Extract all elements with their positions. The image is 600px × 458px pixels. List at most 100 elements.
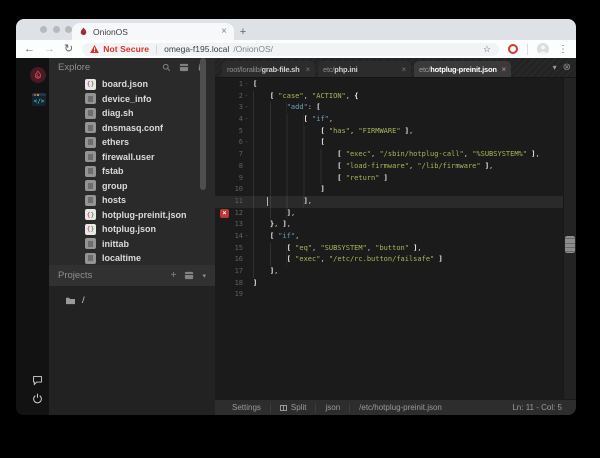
folder-icon: [65, 296, 76, 305]
close-window-button[interactable]: [40, 26, 47, 33]
file-name: device_info: [102, 93, 152, 104]
code-line[interactable]: 7 [ "exec", "/sbin/hotplug-call", "%SUBS…: [215, 149, 576, 161]
code-line[interactable]: 2- [ "case", "ACTION", {: [215, 90, 576, 103]
file-item[interactable]: ethers: [49, 135, 215, 150]
tab-close-icon[interactable]: ×: [221, 26, 227, 37]
code-line[interactable]: 8 [ "load-firmware", "/lib/firmware" ],: [215, 160, 576, 173]
line-number: 18: [234, 278, 243, 287]
code-area[interactable]: 1-[2- [ "case", "ACTION", {3- "add": [4-…: [215, 78, 576, 399]
file-name: fstab: [102, 166, 124, 177]
close-all-icon[interactable]: ⊗: [563, 62, 571, 73]
tab-path: etc/: [323, 64, 335, 74]
code-line[interactable]: 9 [ "return" ]: [215, 172, 576, 185]
package-icon[interactable]: [184, 271, 194, 280]
file-item[interactable]: group: [49, 179, 215, 194]
new-tab-button[interactable]: +: [234, 23, 252, 40]
file-item[interactable]: firewall.user: [49, 150, 215, 165]
minimize-window-button[interactable]: [52, 26, 60, 33]
fold-marker[interactable]: -: [243, 102, 250, 114]
code-line[interactable]: 10 ]: [215, 184, 576, 196]
cursor-position[interactable]: Ln: 11 - Col: 5: [512, 403, 568, 412]
code-line[interactable]: 6- [: [215, 137, 576, 150]
code-line[interactable]: 15 [ "eq", "SUBSYSTEM", "button" ],: [215, 242, 576, 255]
editor-tab[interactable]: etc/php.ini ×: [318, 61, 411, 77]
code-line[interactable]: 19: [215, 289, 576, 301]
file-item[interactable]: board.json: [49, 77, 215, 92]
fold-marker[interactable]: -: [243, 137, 250, 149]
code-line[interactable]: × 12 ],: [215, 207, 576, 220]
chevron-down-icon[interactable]: ▾: [553, 63, 557, 72]
code-token: [: [316, 103, 321, 112]
editor-scrollbar-thumb[interactable]: [565, 236, 575, 253]
code-token: ,: [328, 115, 334, 124]
code-line[interactable]: 1-[: [215, 79, 576, 91]
url-path: /OnionOS/: [233, 44, 273, 54]
tab-bar-controls: ▾ ⊗: [553, 58, 571, 77]
file-item[interactable]: hosts: [49, 193, 215, 208]
profile-icon[interactable]: [537, 43, 549, 55]
file-item[interactable]: inittab: [49, 237, 215, 252]
fold-marker[interactable]: -: [243, 231, 250, 243]
split-button[interactable]: Split: [269, 402, 316, 413]
syntax-mode-selector[interactable]: json: [315, 402, 349, 413]
tab-close-icon[interactable]: ×: [499, 65, 507, 74]
chat-bubble-icon[interactable]: [32, 375, 43, 386]
back-icon[interactable]: ←: [24, 43, 35, 55]
tab-filename: php.ini: [334, 64, 358, 74]
file-item[interactable]: fstab: [49, 164, 215, 179]
code-line[interactable]: 16 [ "exec", "/etc/rc.button/failsafe" ]: [215, 254, 576, 266]
project-item[interactable]: /: [49, 293, 215, 307]
settings-button[interactable]: Settings: [223, 403, 270, 413]
code-editor-icon[interactable]: </>: [32, 93, 46, 106]
star-icon[interactable]: ☆: [483, 44, 491, 55]
zoom-window-button[interactable]: [65, 26, 72, 33]
sidebar-scrollbar[interactable]: [200, 58, 206, 190]
browser-tab[interactable]: OnionOS ×: [72, 23, 234, 40]
tab-close-icon[interactable]: ×: [303, 65, 311, 74]
search-icon[interactable]: [162, 63, 171, 72]
gutter: 6-: [215, 137, 250, 149]
address-bar[interactable]: Not Secure omega-f195.local /OnionOS/ ☆: [82, 42, 499, 56]
file-name: hotplug.json: [102, 224, 156, 235]
plus-icon[interactable]: +: [171, 270, 177, 281]
fold-marker[interactable]: -: [243, 91, 250, 103]
menu-dots-icon[interactable]: ⋮: [558, 44, 568, 55]
reload-icon[interactable]: ↻: [64, 43, 73, 55]
security-status[interactable]: Not Secure: [103, 44, 149, 54]
code-line[interactable]: 17 ],: [215, 266, 576, 278]
file-name: firewall.user: [102, 151, 155, 162]
tab-close-icon[interactable]: ×: [399, 65, 407, 74]
chevron-down-icon[interactable]: ▾: [202, 272, 206, 280]
code-line[interactable]: 3- "add": [: [215, 102, 576, 115]
code-token: [253, 114, 304, 126]
fold-marker[interactable]: -: [243, 114, 250, 126]
file-item[interactable]: hotplug-preinit.json: [49, 208, 215, 223]
editor-tab[interactable]: root/loralib/grab-file.sh ×: [222, 61, 315, 77]
file-item[interactable]: device_info: [49, 92, 215, 107]
power-icon[interactable]: [32, 393, 43, 404]
code-token: {: [354, 91, 359, 100]
editor-tab[interactable]: etc/hotplug-preinit.json ×: [414, 61, 511, 77]
editor-scrollbar-track[interactable]: [563, 78, 576, 399]
code-token: [: [320, 138, 325, 147]
file-item[interactable]: hotplug.json: [49, 222, 215, 237]
file-item[interactable]: diag.sh: [49, 106, 215, 121]
code-token: [253, 266, 270, 278]
onion-logo-icon[interactable]: [30, 67, 46, 83]
code-token: "/etc/rc.button/failsafe": [328, 255, 435, 264]
code-line[interactable]: 18]: [215, 278, 576, 290]
code-line[interactable]: 5 [ "has", "FIRMWARE" ],: [215, 125, 576, 138]
code-line[interactable]: 4- [ "if",: [215, 114, 576, 126]
fold-marker[interactable]: -: [243, 79, 250, 91]
file-item[interactable]: localtime: [49, 251, 215, 266]
code-token: "add": [286, 103, 308, 112]
code-line[interactable]: 14- [ "if",: [215, 230, 576, 243]
file-item[interactable]: dnsmasq.conf: [49, 121, 215, 136]
code-line[interactable]: 11 ],: [215, 195, 576, 208]
code-line[interactable]: 13 }, ],: [215, 219, 576, 231]
text-cursor: [266, 197, 268, 206]
browser-window: OnionOS × + ← → ↻ Not Secure omega-f195.…: [16, 19, 576, 415]
code-token: ]: [438, 255, 443, 264]
package-icon[interactable]: [179, 63, 189, 72]
extension-o-icon[interactable]: [508, 44, 518, 54]
